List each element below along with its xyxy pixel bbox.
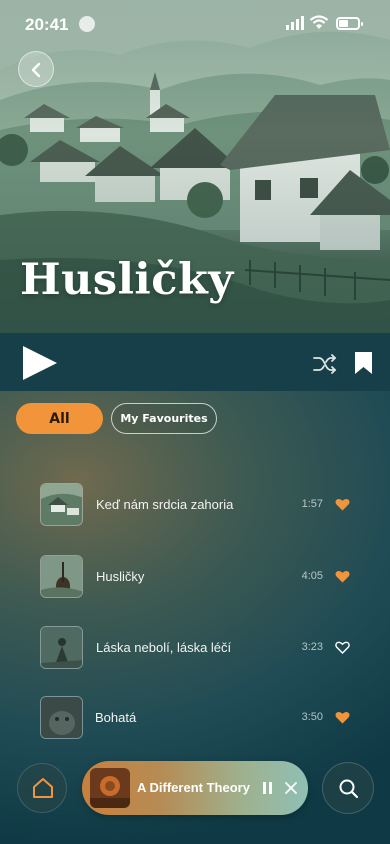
close-button[interactable] bbox=[284, 781, 298, 795]
home-icon bbox=[33, 778, 53, 798]
signal-icon bbox=[286, 16, 304, 30]
home-button[interactable] bbox=[17, 763, 67, 813]
back-button[interactable] bbox=[18, 51, 54, 87]
heart-icon[interactable] bbox=[335, 498, 350, 511]
heart-icon[interactable] bbox=[335, 570, 350, 583]
pause-icon bbox=[263, 782, 272, 794]
track-duration: 4:05 bbox=[301, 570, 323, 582]
pause-button[interactable] bbox=[262, 781, 274, 795]
play-button[interactable] bbox=[22, 346, 58, 380]
battery-icon bbox=[336, 17, 363, 30]
status-bar: 20:41 bbox=[0, 0, 390, 50]
shuffle-button[interactable] bbox=[313, 353, 337, 375]
track-row[interactable]: Keď nám srdcia zahoria 1:57 bbox=[0, 480, 390, 530]
heart-icon[interactable] bbox=[335, 711, 350, 724]
filter-favourites-chip[interactable]: My Favourites bbox=[111, 403, 217, 434]
now-playing-title: A Different Theory bbox=[137, 780, 250, 795]
track-duration: 3:23 bbox=[301, 641, 323, 653]
track-title: Bohatá bbox=[95, 710, 137, 725]
playlist-title: Husličky bbox=[20, 255, 234, 305]
track-title: Láska nebolí, láska léčí bbox=[96, 640, 232, 655]
wifi-icon bbox=[309, 15, 329, 29]
close-icon bbox=[285, 782, 297, 794]
bookmark-button[interactable] bbox=[355, 352, 372, 374]
play-icon bbox=[23, 346, 57, 380]
track-thumbnail bbox=[40, 555, 83, 598]
palette-icon bbox=[79, 16, 95, 32]
mini-player[interactable]: A Different Theory bbox=[82, 761, 308, 815]
track-row[interactable]: Bohatá 3:50 bbox=[0, 693, 390, 743]
search-button[interactable] bbox=[322, 762, 374, 814]
track-title: Husličky bbox=[96, 569, 145, 584]
track-row[interactable]: Husličky 4:05 bbox=[0, 552, 390, 602]
heart-icon[interactable] bbox=[335, 641, 350, 654]
track-title: Keď nám srdcia zahoria bbox=[96, 497, 234, 512]
track-duration: 1:57 bbox=[301, 498, 323, 510]
filter-all-chip[interactable]: All bbox=[16, 403, 103, 434]
track-row[interactable]: Láska nebolí, láska léčí 3:23 bbox=[0, 623, 390, 673]
track-thumbnail bbox=[40, 483, 83, 526]
track-thumbnail bbox=[40, 626, 83, 669]
search-icon bbox=[339, 779, 359, 799]
track-duration: 3:50 bbox=[301, 711, 323, 723]
back-icon bbox=[31, 62, 41, 78]
status-time: 20:41 bbox=[25, 15, 69, 34]
track-thumbnail bbox=[40, 696, 83, 739]
now-playing-artwork bbox=[90, 768, 130, 808]
shuffle-icon bbox=[313, 354, 337, 374]
bookmark-icon bbox=[355, 352, 372, 374]
